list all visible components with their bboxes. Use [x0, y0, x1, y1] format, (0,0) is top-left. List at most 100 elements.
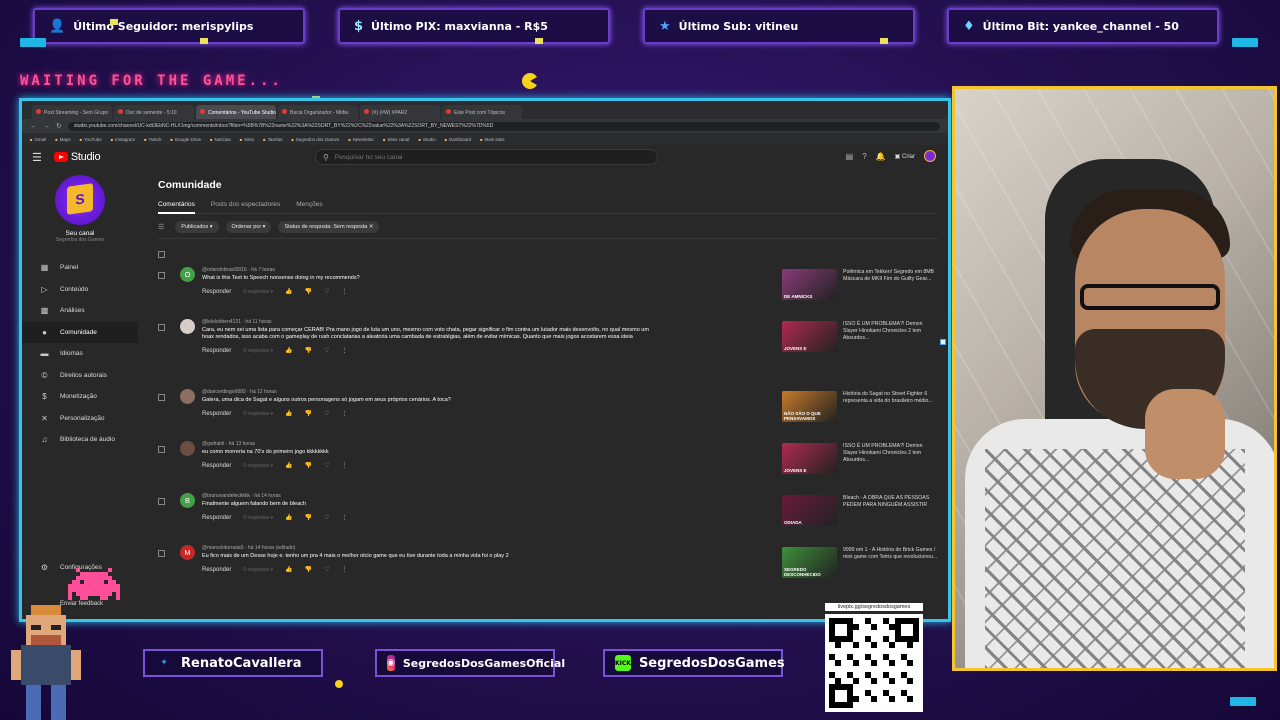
comment-checkbox[interactable]	[158, 324, 165, 331]
browser-tab[interactable]: (#) (#W) #PAR2	[360, 105, 440, 119]
like-icon[interactable]: 👍	[285, 566, 292, 573]
account-avatar[interactable]	[924, 150, 936, 162]
comment-checkbox[interactable]	[158, 446, 165, 453]
bookmark-item[interactable]: Tarefas	[263, 137, 283, 142]
reply-button[interactable]: Responder	[202, 567, 231, 573]
sidebar-item-content[interactable]: ▷ Conteúdo	[22, 279, 138, 301]
comment-author[interactable]: @leleleldren4131 · há 11 horas	[202, 319, 652, 325]
more-icon[interactable]: ⋮	[341, 462, 347, 469]
bookmark-item[interactable]: Dashboard	[445, 137, 471, 142]
search-input[interactable]	[334, 153, 585, 161]
video-thumbnail[interactable]: DE AMNICKS	[782, 269, 837, 300]
comment-video[interactable]: JOVENS E ISSO É UM PROBLEMA?! Demon Slay…	[782, 443, 938, 474]
bookmark-item[interactable]: Sites	[240, 137, 254, 142]
heart-icon[interactable]: ♡	[324, 462, 329, 469]
replies-toggle[interactable]: 0 respostas ▾	[243, 348, 273, 354]
comment-video[interactable]: JOVENS E ISSO É UM PROBLEMA?! Demon Slay…	[782, 321, 938, 352]
bookmark-item[interactable]: Mais sites	[480, 137, 504, 142]
captions-icon[interactable]: ▤	[846, 152, 854, 161]
comment-author[interactable]: @brunovandeleckkkk · há 14 horas	[202, 493, 652, 499]
commenter-avatar[interactable]	[180, 319, 195, 334]
comment-author[interactable]: @daricerdingo6880 · há 12 horas	[202, 389, 652, 395]
tab-mentions[interactable]: Menções	[296, 201, 322, 208]
sidebar-item-analytics[interactable]: ▩ Análises	[22, 300, 138, 322]
replies-toggle[interactable]: 0 respostas ▾	[243, 463, 273, 469]
dislike-icon[interactable]: 👎	[305, 462, 312, 469]
comment-checkbox[interactable]	[158, 550, 165, 557]
forward-icon[interactable]: →	[43, 123, 50, 130]
qr-code[interactable]	[825, 614, 923, 712]
browser-tab[interactable]: Este Post com Tópicos	[442, 105, 522, 119]
back-icon[interactable]: ←	[30, 123, 37, 130]
commenter-avatar[interactable]: O	[180, 267, 195, 282]
dislike-icon[interactable]: 👎	[305, 288, 312, 295]
video-thumbnail[interactable]: SEGREDO DESCONHECIDO	[782, 547, 837, 578]
more-icon[interactable]: ⋮	[341, 347, 347, 354]
menu-icon[interactable]: ☰	[32, 151, 42, 164]
create-button[interactable]: ▣ Criar	[895, 153, 915, 160]
bookmark-item[interactable]: Studio	[418, 137, 436, 142]
commenter-avatar[interactable]	[180, 441, 195, 456]
bookmark-item[interactable]: Twitch	[144, 137, 162, 142]
heart-icon[interactable]: ♡	[324, 288, 329, 295]
bookmark-item[interactable]: Sites canal	[383, 137, 409, 142]
search-box[interactable]: ⚲	[315, 149, 658, 165]
select-all-checkbox[interactable]	[158, 251, 165, 258]
comment-checkbox[interactable]	[158, 498, 165, 505]
video-thumbnail[interactable]: NÃO SÃO O QUE PENSAVAMOS	[782, 391, 837, 422]
commenter-avatar[interactable]: M	[180, 545, 195, 560]
heart-icon[interactable]: ♡	[324, 410, 329, 417]
video-thumbnail[interactable]: JOVENS E	[782, 443, 837, 474]
comment-video[interactable]: SEGREDO DESCONHECIDO 9999 em 1 - A Histó…	[782, 547, 938, 578]
sidebar-item-community[interactable]: ● Comunidade	[22, 321, 138, 343]
like-icon[interactable]: 👍	[285, 288, 292, 295]
dislike-icon[interactable]: 👎	[305, 410, 312, 417]
url-input[interactable]: studio.youtube.com/channel/UC-kdt3EbNC-H…	[67, 121, 940, 131]
comment-video[interactable]: NÃO SÃO O QUE PENSAVAMOS História do Sag…	[782, 391, 938, 422]
video-thumbnail[interactable]: JOVENS E	[782, 321, 837, 352]
more-icon[interactable]: ⋮	[341, 288, 347, 295]
sidebar-item-audio-library[interactable]: ♫ Biblioteca de áudio	[22, 429, 138, 451]
comment-checkbox[interactable]	[158, 394, 165, 401]
comment-author[interactable]: @gwfraldi · há 13 horas	[202, 441, 652, 447]
sidebar-item-languages[interactable]: ▬ Idiomas	[22, 343, 138, 365]
more-icon[interactable]: ⋮	[341, 514, 347, 521]
bookmark-item[interactable]: Maps	[55, 137, 71, 142]
bookmark-item[interactable]: Google Drive	[170, 137, 201, 142]
bookmark-item[interactable]: Newsletter	[348, 137, 374, 142]
filter-icon[interactable]: ☰	[158, 223, 164, 231]
bookmark-item[interactable]: Segredos dos Games	[291, 137, 340, 142]
scrollbar-handle[interactable]	[940, 339, 946, 345]
more-icon[interactable]: ⋮	[341, 566, 347, 573]
dislike-icon[interactable]: 👎	[305, 347, 312, 354]
commenter-avatar[interactable]: B	[180, 493, 195, 508]
browser-tab-active[interactable]: Comentários - YouTube Studio	[196, 105, 276, 119]
like-icon[interactable]: 👍	[285, 410, 292, 417]
heart-icon[interactable]: ♡	[324, 347, 329, 354]
browser-tab[interactable]: Doc de semente - 5:10	[114, 105, 194, 119]
replies-toggle[interactable]: 0 respostas ▾	[243, 567, 273, 573]
reload-icon[interactable]: ↻	[56, 122, 62, 130]
comment-video[interactable]: ODIADA Bleach - A OBRA QUE AS PESSOAS PE…	[782, 495, 938, 526]
replies-toggle[interactable]: 0 respostas ▾	[243, 515, 273, 521]
reply-button[interactable]: Responder	[202, 289, 231, 295]
comment-video[interactable]: DE AMNICKS Polêmica em Tekken! Segredo e…	[782, 269, 938, 300]
sidebar-item-dashboard[interactable]: ▦ Painel	[22, 257, 138, 279]
like-icon[interactable]: 👍	[285, 347, 292, 354]
heart-icon[interactable]: ♡	[324, 566, 329, 573]
tab-viewer-posts[interactable]: Posts dos espectadores	[211, 201, 280, 208]
sidebar-item-monetization[interactable]: $ Monetização	[22, 386, 138, 408]
like-icon[interactable]: 👍	[285, 462, 292, 469]
tab-comments[interactable]: Comentários	[158, 201, 195, 214]
comment-author[interactable]: @orlandobrasil3016 · há 7 horas	[202, 267, 652, 273]
bookmark-item[interactable]: Notícias	[210, 137, 230, 142]
browser-tab[interactable]: Post Streaming - Sem Grupo	[32, 105, 112, 119]
send-feedback-link[interactable]: Enviar feedback	[60, 601, 103, 607]
sidebar-item-copyright[interactable]: © Direitos autorais	[22, 365, 138, 387]
help-icon[interactable]: ?	[862, 152, 866, 161]
commenter-avatar[interactable]	[180, 389, 195, 404]
comment-checkbox[interactable]	[158, 272, 165, 279]
bookmark-item[interactable]: YouTube	[80, 137, 102, 142]
reply-button[interactable]: Responder	[202, 411, 231, 417]
bookmark-item[interactable]: Gmail	[30, 137, 46, 142]
